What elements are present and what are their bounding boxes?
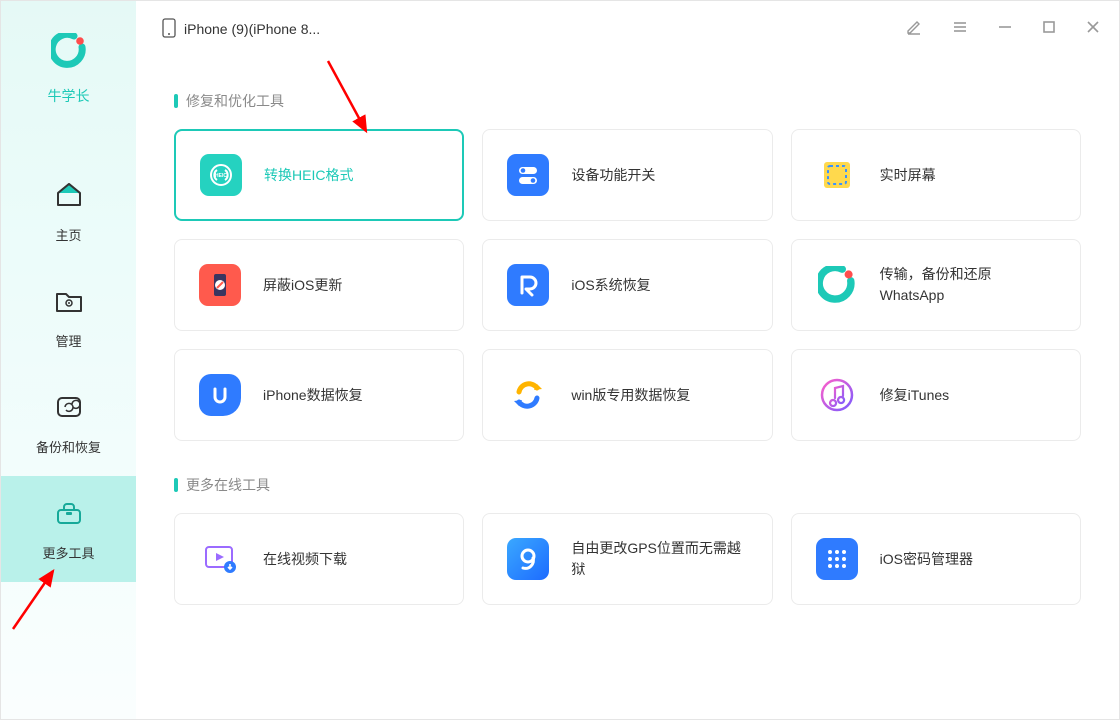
screen-icon — [816, 154, 858, 196]
card-label: win版专用数据恢复 — [571, 385, 690, 406]
nine-icon — [507, 538, 549, 580]
sidebar-item-label: 更多工具 — [42, 543, 94, 562]
card-label: 设备功能开关 — [571, 165, 655, 186]
card-device-switch[interactable]: 设备功能开关 — [482, 129, 772, 221]
card-label: iPhone数据恢复 — [263, 385, 363, 406]
edit-icon[interactable] — [905, 18, 923, 41]
card-label: 转换HEIC格式 — [264, 165, 353, 186]
section-title-text: 更多在线工具 — [186, 475, 270, 495]
sidebar-item-manage[interactable]: 管理 — [1, 264, 136, 370]
maximize-icon[interactable] — [1041, 19, 1057, 40]
card-heic-convert[interactable]: HEIC 转换HEIC格式 — [174, 129, 464, 221]
sidebar-item-label: 主页 — [55, 225, 81, 244]
toggle-icon — [507, 154, 549, 196]
home-icon — [54, 180, 84, 215]
close-icon[interactable] — [1085, 19, 1101, 40]
card-gps-spoof[interactable]: 自由更改GPS位置而无需越狱 — [482, 513, 772, 605]
video-download-icon — [199, 538, 241, 580]
minimize-icon[interactable] — [997, 19, 1013, 40]
card-label: 实时屏幕 — [880, 165, 936, 186]
card-whatsapp-transfer[interactable]: 传输，备份和还原WhatsApp — [791, 239, 1081, 331]
sidebar-item-more-tools[interactable]: 更多工具 — [1, 476, 136, 582]
header: iPhone (9)(iPhone 8... — [136, 1, 1119, 57]
card-block-ios-update[interactable]: 屏蔽iOS更新 — [174, 239, 464, 331]
section-title-repair: 修复和优化工具 — [174, 91, 1081, 111]
card-ios-repair[interactable]: iOS系统恢复 — [482, 239, 772, 331]
section-title-online: 更多在线工具 — [174, 475, 1081, 495]
card-label: iOS系统恢复 — [571, 275, 650, 296]
card-label: 传输，备份和还原WhatsApp — [880, 264, 1056, 306]
brand: 牛学长 — [48, 33, 90, 106]
whatsapp-logo-icon — [816, 264, 858, 306]
brand-name: 牛学长 — [48, 86, 90, 106]
card-password-manager[interactable]: iOS密码管理器 — [791, 513, 1081, 605]
sidebar-item-label: 备份和恢复 — [36, 437, 101, 456]
card-iphone-recovery[interactable]: iPhone数据恢复 — [174, 349, 464, 441]
sidebar-item-label: 管理 — [55, 331, 81, 350]
folder-gear-icon — [54, 286, 84, 321]
sync-icon — [54, 392, 84, 427]
card-label: 在线视频下载 — [263, 549, 347, 570]
card-video-download[interactable]: 在线视频下载 — [174, 513, 464, 605]
toolbox-icon — [54, 498, 84, 533]
itunes-icon — [816, 374, 858, 416]
keypad-icon — [816, 538, 858, 580]
repair-icon — [507, 264, 549, 306]
sidebar-item-home[interactable]: 主页 — [1, 158, 136, 264]
card-fix-itunes[interactable]: 修复iTunes — [791, 349, 1081, 441]
shield-icon — [199, 264, 241, 306]
shield-u-icon — [199, 374, 241, 416]
card-label: 修复iTunes — [880, 385, 950, 406]
heic-icon: HEIC — [200, 154, 242, 196]
device-indicator: iPhone (9)(iPhone 8... — [162, 18, 320, 41]
menu-icon[interactable] — [951, 18, 969, 41]
svg-text:HEIC: HEIC — [215, 173, 227, 179]
swap-icon — [507, 374, 549, 416]
card-label: 自由更改GPS位置而无需越狱 — [571, 538, 747, 580]
brand-logo-icon — [51, 33, 87, 74]
phone-icon — [162, 18, 176, 41]
card-realtime-screen[interactable]: 实时屏幕 — [791, 129, 1081, 221]
device-text: iPhone (9)(iPhone 8... — [184, 21, 320, 37]
card-win-recovery[interactable]: win版专用数据恢复 — [482, 349, 772, 441]
card-label: 屏蔽iOS更新 — [263, 275, 342, 296]
card-label: iOS密码管理器 — [880, 549, 973, 570]
sidebar-item-backup[interactable]: 备份和恢复 — [1, 370, 136, 476]
sidebar: 牛学长 主页 管理 备份和恢复 — [1, 1, 136, 719]
section-title-text: 修复和优化工具 — [186, 91, 284, 111]
